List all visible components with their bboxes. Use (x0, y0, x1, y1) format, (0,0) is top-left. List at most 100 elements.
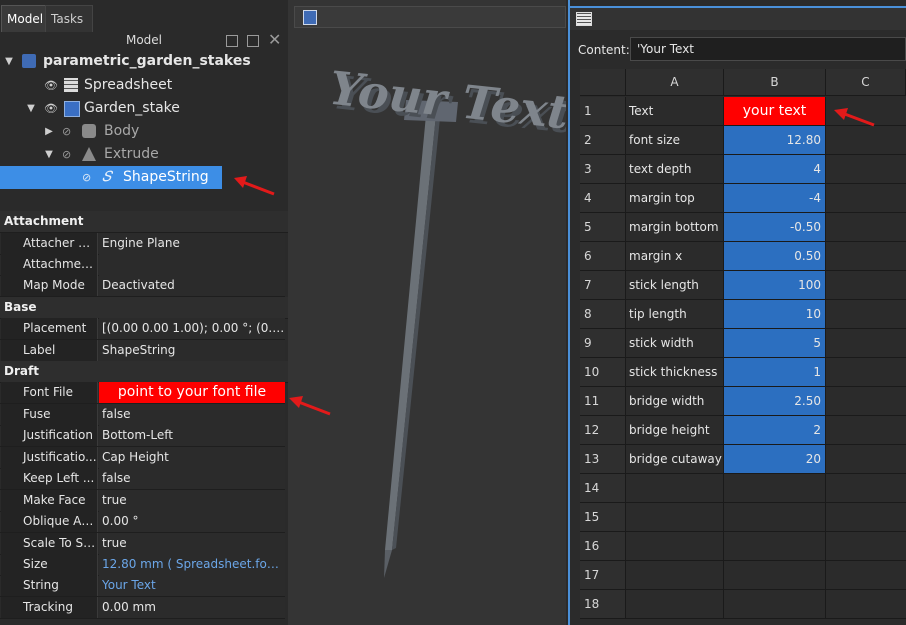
tab-tasks[interactable]: Tasks (45, 5, 93, 32)
cell-a[interactable]: stick width (626, 329, 724, 358)
prop-value[interactable]: false (99, 404, 285, 425)
cell-b[interactable]: 5 (724, 329, 826, 358)
tab-model[interactable]: Model (1, 5, 47, 32)
row-header[interactable]: 7 (580, 271, 626, 300)
cell-b[interactable] (724, 474, 826, 503)
font-file-annotation[interactable]: point to your font file (99, 382, 285, 403)
cell-b[interactable]: 0.50 (724, 242, 826, 271)
cell-a[interactable]: bridge width (626, 387, 724, 416)
chevron-down-icon[interactable]: ▼ (26, 97, 36, 120)
prop-attachment-offset[interactable]: Attachmen... (0, 254, 285, 276)
cell-c[interactable] (826, 213, 906, 242)
row-header[interactable]: 18 (580, 590, 626, 619)
cell-c[interactable] (826, 474, 906, 503)
row-header[interactable]: 2 (580, 126, 626, 155)
cell-a[interactable] (626, 561, 724, 590)
float-icon[interactable] (226, 35, 238, 47)
cell-c[interactable] (826, 387, 906, 416)
chevron-down-icon[interactable]: ▼ (44, 143, 54, 166)
prop-value[interactable]: Bottom-Left (99, 425, 285, 446)
tree-item-garden-stake[interactable]: ▼ 👁 Garden_stake (0, 97, 286, 120)
prop-size[interactable]: Size 12.80 mm ( Spreadsheet.fontsi... (0, 554, 285, 576)
prop-make-face[interactable]: Make Face true (0, 490, 285, 512)
cell-c[interactable] (826, 184, 906, 213)
cell-a[interactable]: bridge cutaway (626, 445, 724, 474)
prop-justification-reference[interactable]: Justificatio... Cap Height (0, 447, 285, 469)
cell-a[interactable] (626, 503, 724, 532)
prop-value[interactable]: true (99, 533, 285, 554)
cell-c[interactable] (826, 503, 906, 532)
cell-c[interactable] (826, 97, 906, 126)
prop-value[interactable] (99, 254, 285, 275)
prop-justification[interactable]: Justification Bottom-Left (0, 425, 285, 447)
cell-c[interactable] (826, 416, 906, 445)
cell-b[interactable] (724, 590, 826, 619)
row-header[interactable]: 10 (580, 358, 626, 387)
prop-keep-left[interactable]: Keep Left ... false (0, 468, 285, 490)
group-base[interactable]: Base (0, 297, 289, 319)
close-icon[interactable]: ✕ (268, 30, 281, 49)
prop-font-file[interactable]: Font File point to your font file (0, 382, 285, 404)
cell-a[interactable]: bridge height (626, 416, 724, 445)
cell-a[interactable]: margin x (626, 242, 724, 271)
prop-value[interactable]: true (99, 490, 285, 511)
tree-item-document[interactable]: ▼ parametric_garden_stakes (0, 50, 286, 73)
cell-c[interactable] (826, 271, 906, 300)
eye-icon[interactable]: 👁 (44, 97, 58, 120)
restore-icon[interactable] (247, 35, 259, 47)
cell-b[interactable] (724, 561, 826, 590)
prop-fuse[interactable]: Fuse false (0, 404, 285, 426)
chevron-right-icon[interactable]: ▶ (44, 120, 54, 143)
eye-hidden-icon[interactable]: ⊘ (62, 120, 71, 143)
cell-a[interactable]: margin top (626, 184, 724, 213)
eye-hidden-icon[interactable]: ⊘ (82, 166, 91, 189)
prop-value[interactable]: 12.80 mm ( Spreadsheet.fontsi... (99, 554, 285, 575)
cell-b[interactable]: -4 (724, 184, 826, 213)
prop-attacher-engine[interactable]: Attacher En... Engine Plane (0, 233, 285, 255)
prop-value[interactable]: false (99, 468, 285, 489)
prop-string[interactable]: String Your Text (0, 575, 285, 597)
row-header[interactable]: 15 (580, 503, 626, 532)
cell-a[interactable]: text depth (626, 155, 724, 184)
prop-value[interactable]: Engine Plane (99, 233, 285, 254)
cell-c[interactable] (826, 242, 906, 271)
prop-value[interactable]: Your Text (99, 575, 285, 596)
row-header[interactable]: 8 (580, 300, 626, 329)
cell-b[interactable]: 4 (724, 155, 826, 184)
cell-c[interactable] (826, 445, 906, 474)
row-header[interactable]: 1 (580, 97, 626, 126)
cell-b[interactable]: 12.80 (724, 126, 826, 155)
row-header[interactable]: 9 (580, 329, 626, 358)
cell-a[interactable]: font size (626, 126, 724, 155)
cell-a[interactable]: Text (626, 97, 724, 126)
cell-c[interactable] (826, 300, 906, 329)
prop-value[interactable]: Cap Height (99, 447, 285, 468)
chevron-down-icon[interactable]: ▼ (4, 50, 14, 73)
group-attachment[interactable]: Attachment (0, 211, 289, 233)
cell-c[interactable] (826, 155, 906, 184)
row-header[interactable]: 14 (580, 474, 626, 503)
row-header[interactable]: 4 (580, 184, 626, 213)
cell-c[interactable] (826, 329, 906, 358)
cell-a[interactable] (626, 474, 724, 503)
eye-icon[interactable]: 👁 (44, 74, 58, 97)
cell-b[interactable] (724, 503, 826, 532)
eye-hidden-icon[interactable]: ⊘ (62, 143, 71, 166)
prop-value[interactable]: Deactivated (99, 275, 285, 296)
row-header[interactable]: 12 (580, 416, 626, 445)
cell-b[interactable]: 10 (724, 300, 826, 329)
tree-item-spreadsheet[interactable]: 👁 Spreadsheet (0, 74, 286, 97)
3d-model[interactable]: Your Text Your Text (288, 30, 566, 625)
content-input[interactable]: 'Your Text (630, 37, 906, 61)
prop-label[interactable]: Label ShapeString (0, 340, 285, 362)
column-header-c[interactable]: C (826, 69, 906, 96)
cell-c[interactable] (826, 532, 906, 561)
tree-item-shapestring[interactable]: ⊘ 𝑆 ShapeString (0, 166, 222, 189)
row-header[interactable]: 5 (580, 213, 626, 242)
row-header[interactable]: 11 (580, 387, 626, 416)
prop-value[interactable]: ShapeString (99, 340, 285, 361)
cell-a[interactable]: stick thickness (626, 358, 724, 387)
prop-tracking[interactable]: Tracking 0.00 mm (0, 597, 285, 619)
view-tab[interactable] (294, 6, 566, 28)
cell-b[interactable]: 20 (724, 445, 826, 474)
